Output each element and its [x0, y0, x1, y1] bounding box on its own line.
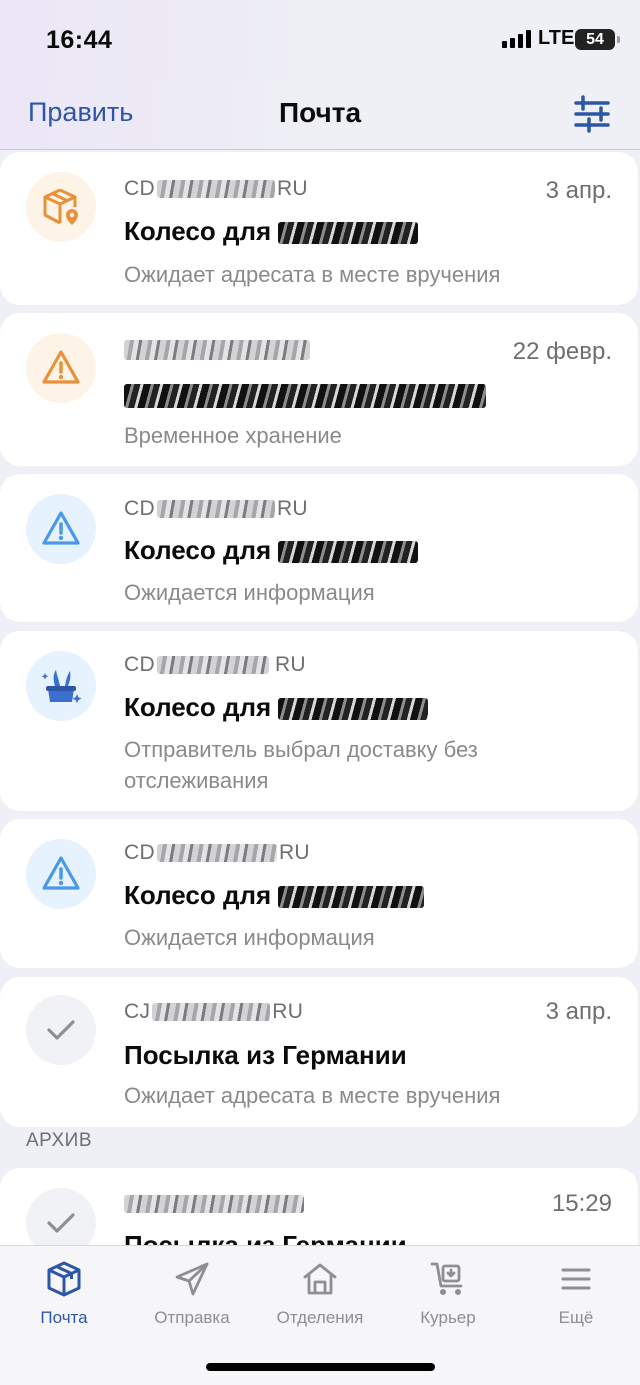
archive-item[interactable]: 15:29 Посылка из Германии	[0, 1168, 638, 1245]
tracking-number: CJ RU	[124, 1000, 304, 1023]
network-label: LTE	[538, 27, 575, 49]
shipment-item[interactable]: CD RU Колесо для Ожидается информация	[0, 474, 638, 622]
item-title: Колесо для	[124, 880, 425, 911]
tab-label: Ещё	[558, 1308, 594, 1327]
navigation-bar: Править Почта	[0, 80, 640, 150]
tab-label: Почта	[40, 1308, 88, 1327]
item-title: Колесо для	[124, 216, 419, 247]
box-icon	[4, 1260, 124, 1298]
menu-icon	[516, 1260, 636, 1298]
shipment-item[interactable]: CJ RU 3 апр. Посылка из Германии Ожидает …	[0, 977, 638, 1127]
package-pin-icon	[26, 172, 96, 242]
item-status: Временное хранение	[124, 423, 342, 448]
tab-more[interactable]: Ещё	[516, 1260, 636, 1328]
send-icon	[132, 1260, 252, 1298]
item-date: 15:29	[551, 1190, 612, 1217]
signal-icon	[502, 30, 531, 48]
warning-icon	[26, 494, 96, 564]
item-title	[124, 379, 486, 410]
item-status: Отправитель выбрал доставку без отслежив…	[124, 737, 478, 793]
edit-button[interactable]: Править	[28, 97, 133, 128]
item-title: Колесо для	[124, 692, 429, 723]
tab-send[interactable]: Отправка	[132, 1260, 252, 1328]
item-date: 3 апр.	[545, 177, 612, 204]
check-icon	[26, 1188, 96, 1245]
tab-label: Отделения	[276, 1308, 364, 1327]
shipment-item[interactable]: CD RU 3 апр. Колесо для Ожидает адресата …	[0, 152, 638, 305]
shipment-list: CD RU 3 апр. Колесо для Ожидает адресата …	[0, 150, 640, 1245]
item-title: Посылка из Германии	[124, 1230, 407, 1245]
sliders-icon[interactable]	[570, 94, 614, 134]
item-status: Ожидается информация	[124, 925, 375, 950]
tracking-number: CD RU	[124, 841, 310, 864]
magic-hat-icon	[26, 651, 96, 721]
tracking-number: CD RU	[124, 177, 308, 200]
status-bar: 16:44 LTE 54	[0, 0, 640, 80]
item-status: Ожидает адресата в месте вручения	[124, 262, 501, 287]
check-icon	[26, 995, 96, 1065]
item-date: 3 апр.	[545, 998, 612, 1025]
tracking-number: CD RU	[124, 653, 306, 676]
tab-mail[interactable]: Почта	[4, 1260, 124, 1328]
tracking-number	[124, 1192, 304, 1216]
item-date: 22 февр.	[512, 338, 612, 365]
item-title: Колесо для	[124, 535, 419, 566]
tab-label: Отправка	[154, 1308, 230, 1327]
house-icon	[260, 1260, 380, 1298]
tracking-number: CD RU	[124, 497, 308, 520]
warning-icon	[26, 333, 96, 403]
tab-label: Курьер	[420, 1308, 476, 1327]
tab-courier[interactable]: Курьер	[388, 1260, 508, 1328]
item-status: Ожидается информация	[124, 580, 375, 605]
archive-section-header: АРХИВ	[26, 1130, 92, 1151]
item-status: Ожидает адресата в месте вручения	[124, 1083, 501, 1108]
cart-icon	[388, 1260, 508, 1298]
home-indicator[interactable]	[206, 1363, 435, 1371]
battery-icon: 54	[575, 29, 620, 50]
status-time: 16:44	[46, 26, 113, 54]
warning-icon	[26, 839, 96, 909]
shipment-item[interactable]: 22 февр. Временное хранение	[0, 313, 638, 466]
tab-offices[interactable]: Отделения	[260, 1260, 380, 1328]
tracking-number	[124, 338, 310, 362]
shipment-item[interactable]: CD RU Колесо для Ожидается информация	[0, 819, 638, 968]
item-title: Посылка из Германии	[124, 1040, 407, 1070]
shipment-item[interactable]: CD RU Колесо для Отправитель выбрал доста…	[0, 631, 638, 811]
